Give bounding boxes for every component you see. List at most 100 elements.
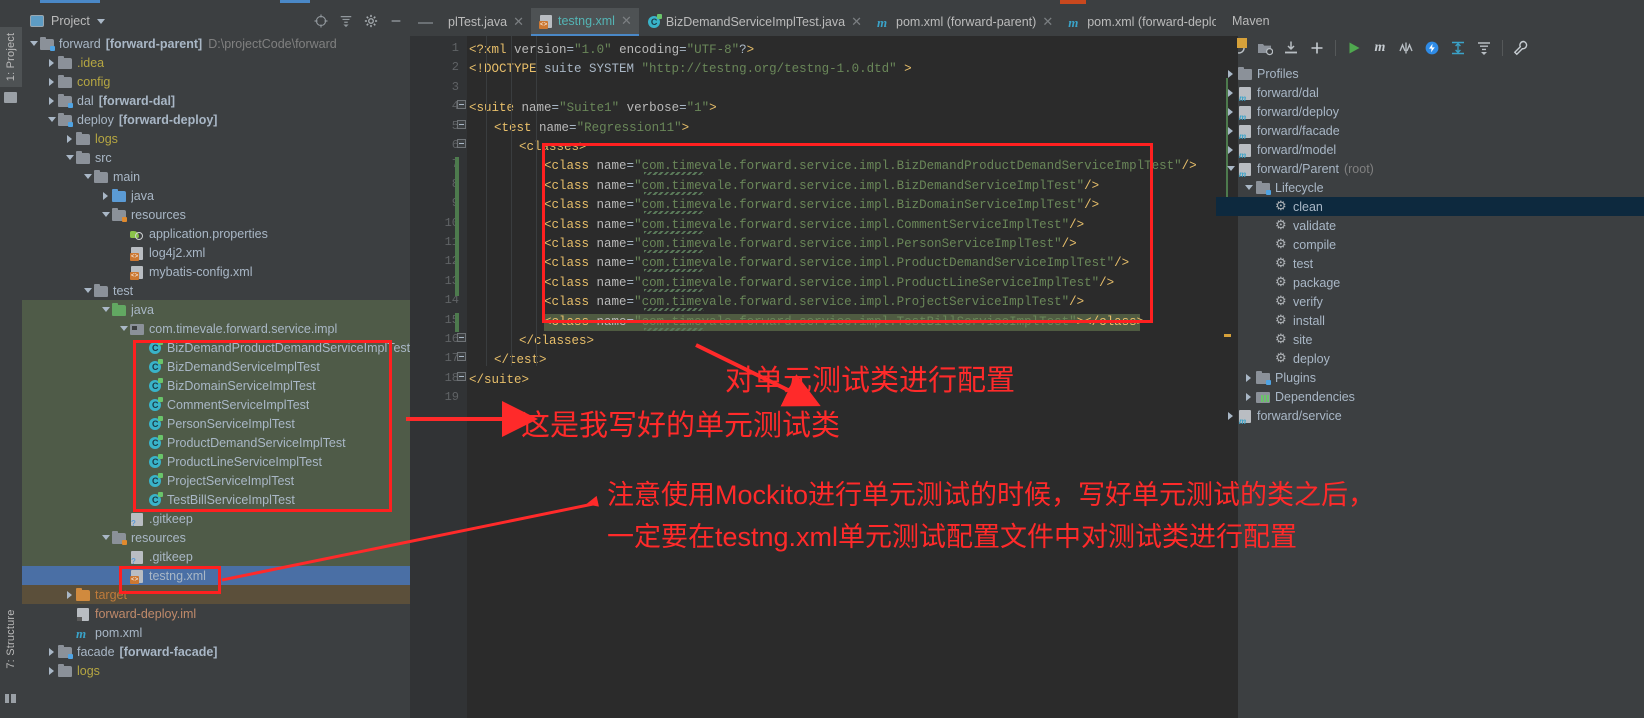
chevron-right-icon[interactable] [46, 96, 57, 105]
collapse-all-icon[interactable] [1471, 37, 1497, 59]
maven-tree-node[interactable]: Plugins [1216, 368, 1644, 387]
maven-tree-node[interactable]: forward/deploy [1216, 102, 1644, 122]
maven-tree-node[interactable]: forward/Parent (root) [1216, 159, 1644, 179]
close-icon[interactable]: ✕ [513, 14, 524, 30]
maven-tree-node[interactable]: package [1216, 273, 1644, 292]
chevron-down-icon[interactable] [100, 307, 111, 312]
tree-node[interactable]: java [22, 186, 410, 205]
chevron-down-icon[interactable] [1242, 185, 1255, 190]
code-line[interactable]: <class name="com.timevale.forward.servic… [544, 274, 1114, 293]
tree-node[interactable]: mybatis-config.xml [22, 262, 410, 281]
chevron-right-icon[interactable] [64, 590, 75, 599]
plus-icon[interactable] [1304, 37, 1330, 59]
editor-tab[interactable]: plTest.java ✕ [441, 8, 531, 36]
tree-node[interactable]: forward [forward-parent] D:\projectCode\fo… [22, 34, 410, 53]
chevron-right-icon[interactable] [1224, 126, 1237, 135]
chevron-right-icon[interactable] [46, 77, 57, 86]
maven-tree-node[interactable]: Profiles [1216, 64, 1644, 83]
toggle-skip-tests-icon[interactable] [1393, 37, 1419, 59]
sidebar-item-structure[interactable]: 7: Structure [0, 609, 22, 669]
fold-toggle-icon[interactable] [457, 333, 466, 342]
code-line[interactable]: <class name="com.timevale.forward.servic… [544, 313, 1144, 332]
tree-node[interactable]: facade [forward-facade] [22, 642, 410, 661]
editor-tab-bar[interactable]: —plTest.java✕testng.xml✕BizDemandService… [410, 8, 1246, 36]
chevron-down-icon[interactable] [64, 155, 75, 160]
tree-node[interactable]: resources [22, 205, 410, 224]
maven-tree-node[interactable]: forward/service [1216, 406, 1644, 426]
code-line[interactable]: <suite name="Suite1" verbose="1"> [469, 99, 717, 118]
editor-tab[interactable]: testng.xml ✕ [530, 8, 639, 36]
tree-node[interactable]: resources [22, 528, 410, 547]
maven-tree-node[interactable]: clean [1216, 197, 1644, 216]
gear-icon[interactable] [364, 14, 378, 28]
chevron-right-icon[interactable] [1242, 392, 1255, 401]
tree-node[interactable]: ProductLineServiceImplTest [22, 452, 410, 471]
fold-toggle-icon[interactable] [457, 139, 466, 148]
toggle-offline-icon[interactable] [1419, 37, 1445, 59]
download-sources-icon[interactable] [1278, 37, 1304, 59]
maven-tree-node[interactable]: forward/dal [1216, 83, 1644, 103]
tree-node[interactable]: java [22, 300, 410, 319]
tree-node[interactable]: test [22, 281, 410, 300]
tree-node[interactable]: deploy [forward-deploy] [22, 110, 410, 129]
maven-tree-node[interactable]: test [1216, 254, 1644, 273]
settings-wrench-icon[interactable] [1508, 37, 1534, 59]
tree-node[interactable]: TestBillServiceImplTest [22, 490, 410, 509]
maven-tree-node[interactable]: site [1216, 330, 1644, 349]
maven-toolbar[interactable]: m [1216, 34, 1644, 62]
tree-node[interactable]: .idea [22, 53, 410, 72]
minimize-icon[interactable]: — [410, 8, 441, 36]
maven-tree-node[interactable]: forward/facade [1216, 121, 1644, 141]
close-icon[interactable]: ✕ [621, 13, 632, 29]
maven-tree-node[interactable]: Dependencies [1216, 387, 1644, 406]
maven-tree-node[interactable]: Lifecycle [1216, 178, 1644, 197]
tree-node[interactable]: logs [22, 129, 410, 148]
fold-toggle-icon[interactable] [457, 371, 466, 381]
tree-node[interactable]: src [22, 148, 410, 167]
code-line[interactable]: <class name="com.timevale.forward.servic… [544, 177, 1099, 196]
chevron-down-icon[interactable] [118, 326, 129, 331]
maven-tree-node[interactable]: forward/model [1216, 140, 1644, 160]
maven-tree-node[interactable]: compile [1216, 235, 1644, 254]
chevron-right-icon[interactable] [1224, 107, 1237, 116]
tree-node[interactable]: BizDomainServiceImplTest [22, 376, 410, 395]
chevron-down-icon[interactable] [28, 41, 39, 46]
tree-node[interactable]: forward-deploy.iml [22, 604, 410, 623]
code-line[interactable]: <class name="com.timevale.forward.servic… [544, 293, 1084, 312]
tree-node[interactable]: ProjectServiceImplTest [22, 471, 410, 490]
code-line[interactable]: <class name="com.timevale.forward.servic… [544, 157, 1197, 176]
chevron-right-icon[interactable] [1224, 411, 1237, 420]
maven-tree[interactable]: Profiles forward/dal forward/deploy forward… [1216, 64, 1644, 718]
expand-all-icon[interactable] [1445, 37, 1471, 59]
chevron-down-icon[interactable] [46, 117, 57, 122]
chevron-down-icon[interactable] [100, 535, 111, 540]
code-line[interactable]: </test> [494, 351, 547, 370]
chevron-right-icon[interactable] [100, 191, 111, 200]
code-line[interactable]: <classes> [519, 138, 587, 157]
editor-code[interactable]: <?xml version="1.0" encoding="UTF-8"?> <!… [469, 36, 1216, 718]
maven-tree-node[interactable]: validate [1216, 216, 1644, 235]
tree-node[interactable]: testng.xml [22, 566, 410, 585]
close-icon[interactable]: ✕ [851, 14, 862, 30]
chevron-right-icon[interactable] [46, 58, 57, 67]
code-line[interactable]: </classes> [519, 332, 594, 351]
tree-node[interactable]: BizDemandProductDemandServiceImplTest [22, 338, 410, 357]
chevron-down-icon[interactable] [100, 212, 111, 217]
fold-column[interactable] [457, 36, 469, 718]
tree-node[interactable]: ProductDemandServiceImplTest [22, 433, 410, 452]
execute-maven-goal-icon[interactable]: m [1367, 37, 1393, 59]
sidebar-item-project[interactable]: 1: Project [0, 27, 22, 87]
tree-node[interactable]: dal [forward-dal] [22, 91, 410, 110]
code-line[interactable]: </suite> [469, 371, 529, 390]
tree-node[interactable]: CommentServiceImplTest [22, 395, 410, 414]
tree-node[interactable]: log4j2.xml [22, 243, 410, 262]
tree-node[interactable]: logs [22, 661, 410, 680]
maven-tree-node[interactable]: deploy [1216, 349, 1644, 368]
editor-tab[interactable]: m pom.xml (forward-parent) ✕ [869, 8, 1060, 36]
chevron-down-icon[interactable] [82, 174, 93, 179]
chevron-right-icon[interactable] [46, 647, 57, 656]
chevron-down-icon[interactable] [1224, 166, 1237, 171]
chevron-down-icon[interactable] [96, 18, 105, 24]
tree-node[interactable]: application.properties [22, 224, 410, 243]
tree-node[interactable]: com.timevale.forward.service.impl [22, 319, 410, 338]
